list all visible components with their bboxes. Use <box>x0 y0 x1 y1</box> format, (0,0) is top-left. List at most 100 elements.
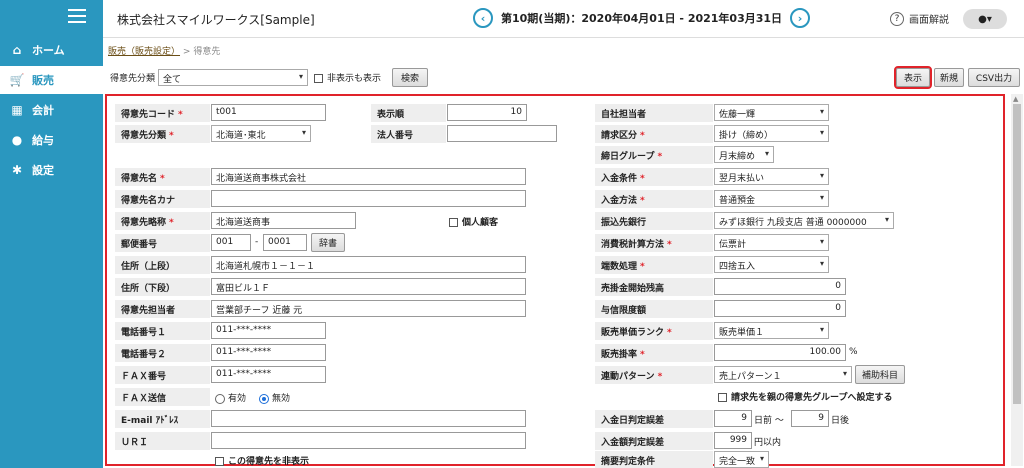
tax-calc-method-select[interactable]: 伝票計 <box>714 234 829 251</box>
email-input[interactable] <box>211 410 526 427</box>
billing-type-select[interactable]: 掛け（締め） <box>714 125 829 142</box>
phone2-input[interactable]: 011-***-**** <box>211 344 326 361</box>
breadcrumb-current: 得意先 <box>193 47 221 57</box>
fax-input[interactable]: 011-***-**** <box>211 366 326 383</box>
phone1-label: 電話番号１ <box>115 322 210 340</box>
parent-group-checkbox[interactable]: 請求先を親の得意先グループへ設定する <box>718 390 892 403</box>
sales-rate-input[interactable]: 100.00 <box>714 344 846 361</box>
help-link[interactable]: ? 画面解説 <box>890 11 949 26</box>
payment-method-value: 普通預金 <box>719 196 756 206</box>
billing-type-label: 請求区分 * <box>595 125 713 143</box>
display-button[interactable]: 表示 <box>894 66 932 89</box>
staff-select[interactable]: 佐藤一輝 <box>714 104 829 121</box>
checkbox-box[interactable] <box>718 393 727 402</box>
closing-group-select[interactable]: 月末締め <box>714 146 774 163</box>
prev-period-button[interactable]: ‹ <box>473 8 493 28</box>
hide-customer-checkbox[interactable]: この得意先を非表示 <box>215 454 309 467</box>
show-hidden-checkbox[interactable]: 非表示も表示 <box>314 71 381 84</box>
address1-input[interactable]: 北海道札幌市１－１－１ <box>211 256 526 273</box>
fax-send-enabled-radio[interactable]: 有効 <box>215 391 246 404</box>
summary-match-select[interactable]: 完全一致 <box>714 451 769 468</box>
nav-item-label: 設定 <box>32 164 54 177</box>
fax-send-label: ＦＡＸ送信 <box>115 388 210 406</box>
customer-kana-input[interactable] <box>211 190 526 207</box>
search-button[interactable]: 検索 <box>392 68 428 87</box>
postal-code-part2-input[interactable]: 0001 <box>263 234 307 251</box>
tax-calc-method-label: 消費税計算方法 * <box>595 234 713 252</box>
cart-icon: 🛒 <box>9 73 25 87</box>
aux-account-button[interactable]: 補助科目 <box>855 365 905 384</box>
nav-item-sales[interactable]: 🛒 販売 <box>0 66 103 94</box>
nav-item-payroll[interactable]: ● 給与 <box>0 126 103 154</box>
fax-send-disabled-radio[interactable]: 無効 <box>259 391 290 404</box>
price-rank-value: 販売単価１ <box>719 328 765 338</box>
customer-code-input[interactable]: t001 <box>211 104 326 121</box>
nav-item-home[interactable]: ⌂ ホーム <box>0 36 103 64</box>
billing-type-value: 掛け（締め） <box>719 131 774 141</box>
customer-name-input[interactable]: 北海道送商事株式会社 <box>211 168 526 185</box>
nav-item-settings[interactable]: ✱ 設定 <box>0 156 103 184</box>
radio-circle[interactable] <box>259 393 269 404</box>
customer-contact-label: 得意先担当者 <box>115 300 210 318</box>
nav-item-label: ホーム <box>32 44 65 57</box>
question-icon: ? <box>890 11 904 26</box>
breadcrumb-link-sales-settings[interactable]: 販売（販売設定） <box>108 47 180 57</box>
closing-group-value: 月末締め <box>719 152 756 162</box>
link-pattern-select[interactable]: 売上パターン１ <box>714 366 852 383</box>
uri-label: ＵＲＩ <box>115 432 210 450</box>
csv-export-button[interactable]: CSV出力 <box>968 68 1020 87</box>
payment-terms-label: 入金条件 * <box>595 168 713 186</box>
rounding-label: 端数処理 * <box>595 256 713 274</box>
nav-item-label: 会計 <box>32 104 54 117</box>
sidebar: ⌂ ホーム 🛒 販売 ▦ 会計 ● 給与 ✱ 設定 <box>0 0 103 468</box>
postal-code-part1-input[interactable]: 001 <box>211 234 251 251</box>
amount-tolerance-label: 入金額判定誤差 <box>595 432 713 450</box>
checkbox-box[interactable] <box>449 218 458 227</box>
checkbox-box[interactable] <box>215 457 224 466</box>
payment-terms-select[interactable]: 翌月末払い <box>714 168 829 185</box>
individual-customer-checkbox[interactable]: 個人顧客 <box>449 215 498 228</box>
nav-item-accounting[interactable]: ▦ 会計 <box>0 96 103 124</box>
credit-limit-input[interactable]: 0 <box>714 300 846 317</box>
customer-short-name-input[interactable]: 北海道送商事 <box>211 212 356 229</box>
calculator-icon: ▦ <box>11 103 23 117</box>
fax-label: ＦＡＸ番号 <box>115 366 210 384</box>
gear-icon: ✱ <box>11 163 23 177</box>
date-tolerance-before-input[interactable]: 9 <box>714 410 752 427</box>
user-menu-button[interactable]: ●▾ <box>963 9 1007 29</box>
new-button[interactable]: 新規 <box>934 68 964 87</box>
vertical-scrollbar[interactable]: ▲ <box>1011 94 1023 466</box>
display-order-input[interactable]: 10 <box>447 104 527 121</box>
link-pattern-label: 連動パターン * <box>595 366 713 384</box>
rounding-select[interactable]: 四捨五入 <box>714 256 829 273</box>
period-selector: ‹ 第10期(当期)：2020年04月01日 - 2021年03月31日 › <box>473 8 811 28</box>
bank-select[interactable]: みずほ銀行 九段支店 普通 0000000 <box>714 212 894 229</box>
radio-circle[interactable] <box>215 393 225 404</box>
breadcrumb-separator: > <box>182 47 191 57</box>
nav-item-label: 給与 <box>32 134 54 147</box>
user-icon: ●▾ <box>978 13 992 25</box>
amount-tolerance-input[interactable]: 999 <box>714 432 752 449</box>
scrollbar-thumb[interactable] <box>1013 104 1021 404</box>
customer-category-filter-select[interactable]: 全て <box>158 69 308 86</box>
customer-contact-input[interactable]: 営業部チーフ 近藤 元 <box>211 300 526 317</box>
customer-category-select[interactable]: 北海道･東北 <box>211 125 311 142</box>
ar-opening-balance-input[interactable]: 0 <box>714 278 846 295</box>
scroll-up-arrow-icon[interactable]: ▲ <box>1013 95 1018 103</box>
checkbox-box[interactable] <box>314 74 323 83</box>
filter-bar: 得意先分類 全て 非表示も表示 検索 表示 新規 CSV出力 <box>108 66 1023 89</box>
address2-input[interactable]: 富田ビル１Ｆ <box>211 278 526 295</box>
uri-input[interactable] <box>211 432 526 449</box>
corporate-number-label: 法人番号 <box>371 125 446 143</box>
hamburger-menu-icon[interactable] <box>68 9 86 23</box>
breadcrumb: 販売（販売設定） > 得意先 <box>108 44 220 57</box>
price-rank-select[interactable]: 販売単価１ <box>714 322 829 339</box>
header: 株式会社スマイルワークス[Sample] ‹ 第10期(当期)：2020年04月… <box>103 0 1024 38</box>
next-period-button[interactable]: › <box>790 8 811 28</box>
dictionary-button[interactable]: 辞書 <box>311 233 345 252</box>
phone1-input[interactable]: 011-***-**** <box>211 322 326 339</box>
money-bag-icon: ● <box>11 133 23 147</box>
date-tolerance-after-input[interactable]: 9 <box>791 410 829 427</box>
payment-method-select[interactable]: 普通預金 <box>714 190 829 207</box>
corporate-number-input[interactable] <box>447 125 557 142</box>
